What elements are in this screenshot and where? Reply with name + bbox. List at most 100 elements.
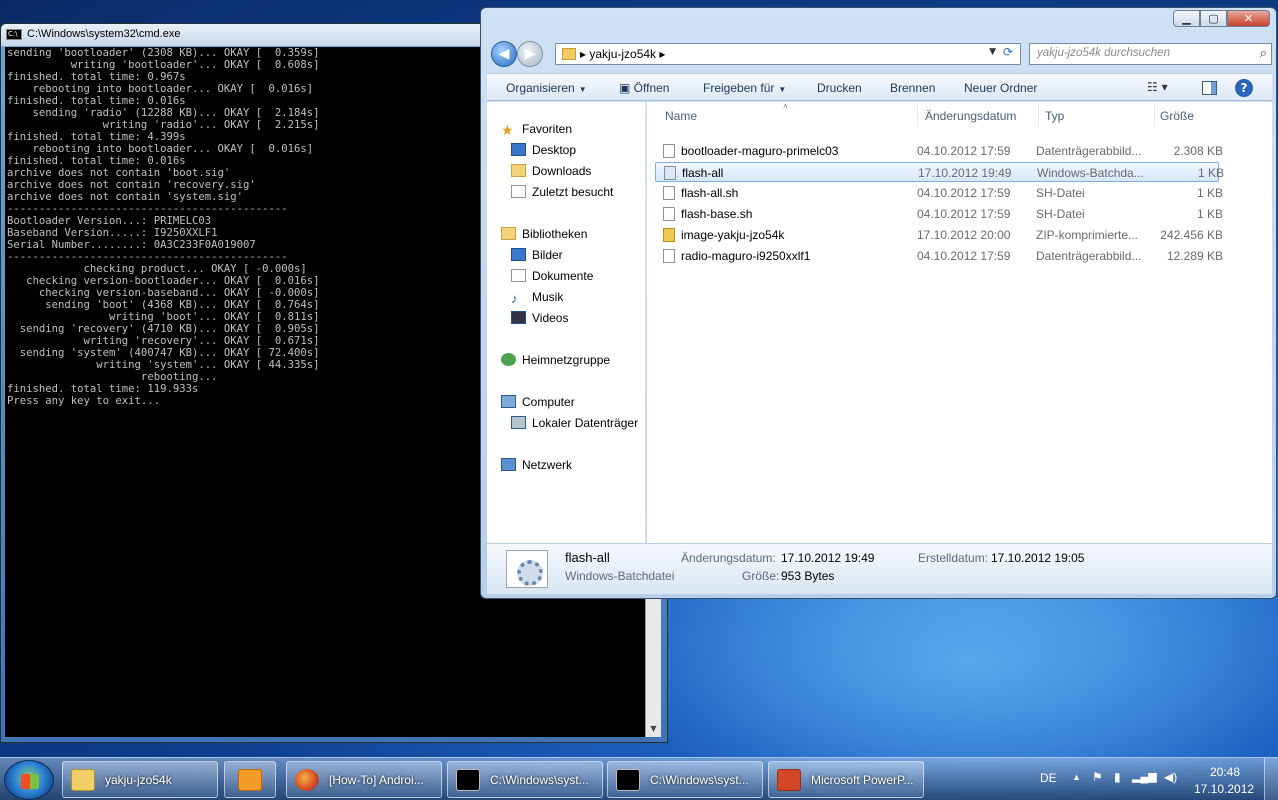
window-controls: ▁ ▢ ✕ [1173,10,1270,28]
breadcrumb[interactable]: ▸ yakju-jzo54k ▸ [580,47,665,61]
file-size: 1 KB [1196,186,1223,200]
nav-downloads[interactable]: Downloads [511,164,591,178]
file-row[interactable]: image-yakju-jzo54k 17.10.2012 20:00 ZIP-… [655,225,1223,245]
file-date: 17.10.2012 20:00 [917,228,1011,242]
file-row[interactable]: radio-maguro-i9250xxlf1 04.10.2012 17:59… [655,246,1223,266]
network-signal-icon[interactable]: ▂▄▆ [1132,770,1157,783]
nav-documents[interactable]: Dokumente [511,269,593,283]
file-icon [663,144,675,158]
maximize-button[interactable]: ▢ [1200,10,1227,27]
close-button[interactable]: ✕ [1227,10,1270,27]
open-icon: ▣ [619,81,634,95]
volume-icon[interactable]: ◀) [1164,770,1177,784]
hard-drive-icon [511,416,526,429]
organize-button[interactable]: Organisieren ▼ [506,81,587,95]
help-icon[interactable]: ? [1235,79,1253,97]
power-icon[interactable]: ▮ [1114,770,1121,784]
downloads-icon [511,164,526,177]
view-options-icon[interactable]: ☷ ▾ [1147,80,1168,94]
clock-date[interactable]: 17.10.2012 [1194,782,1254,796]
file-type: Datenträgerabbild... [1036,249,1142,263]
column-header-name[interactable]: Name [665,109,697,123]
search-placeholder: yakju-jzo54k durchsuchen [1037,47,1170,59]
star-icon: ★ [501,122,514,138]
print-button[interactable]: Drucken [817,81,862,95]
column-separator[interactable] [1038,104,1039,126]
taskbar-cmd-button-2[interactable]: C:\Windows\syst... [607,761,763,798]
cmd-icon [6,29,22,40]
scroll-down-arrow-icon[interactable]: ▼ [646,721,661,737]
command-bar: Organisieren ▼ ▣ Öffnen Freigeben für ▼ Dr… [487,73,1272,101]
action-center-flag-icon[interactable]: ⚑ [1092,770,1103,784]
column-header-type[interactable]: Typ [1045,109,1064,123]
file-date: 04.10.2012 17:59 [917,144,1011,158]
nav-libraries[interactable]: Bibliotheken [501,227,587,241]
address-bar[interactable]: ▸ yakju-jzo54k ▸ ▼ ⟳ [555,43,1021,65]
network-icon [501,458,516,471]
file-type: SH-Datei [1036,207,1085,221]
nav-videos[interactable]: Videos [511,311,568,325]
music-icon: ♪ [511,291,518,306]
batch-gear-icon [664,166,676,180]
file-date: 04.10.2012 17:59 [917,249,1011,263]
file-row-selected[interactable]: flash-all 17.10.2012 19:49 Windows-Batch… [655,162,1224,182]
taskbar-powerpoint-button[interactable]: Microsoft PowerP... [768,761,924,798]
nav-pictures[interactable]: Bilder [511,248,563,262]
file-name: image-yakju-jzo54k [681,228,785,242]
taskbar-button-label: C:\Windows\syst... [490,773,589,787]
column-header-size[interactable]: Größe [1160,109,1194,123]
details-name: flash-all [565,550,610,565]
back-button[interactable]: ◀ [491,41,517,67]
pictures-icon [511,248,526,261]
clock-time[interactable]: 20:48 [1210,765,1240,779]
open-button[interactable]: ▣ Öffnen [619,81,669,95]
column-header-date[interactable]: Änderungsdatum [925,109,1016,123]
nav-music[interactable]: ♪ Musik [511,290,563,306]
file-date: 04.10.2012 17:59 [917,186,1011,200]
taskbar: yakju-jzo54k [How-To] Androi... C:\Windo… [0,757,1278,800]
explorer-window[interactable]: ▁ ▢ ✕ ◀ ▶ ▸ yakju-jzo54k ▸ ▼ ⟳ yakju-jzo… [480,7,1277,599]
search-icon[interactable]: ⌕ [1260,46,1267,61]
nav-recent[interactable]: Zuletzt besucht [511,185,613,199]
file-row[interactable]: bootloader-maguro-primelc03 04.10.2012 1… [655,141,1223,161]
file-list[interactable]: Name ˄ Änderungsdatum Typ Größe bootload… [647,102,1272,543]
language-indicator[interactable]: DE [1040,771,1057,785]
file-type: Windows-Batchda... [1037,166,1144,180]
details-size-value: 953 Bytes [781,569,835,583]
chevron-down-icon[interactable]: ▼ [989,47,996,57]
nav-local-disk[interactable]: Lokaler Datenträger [511,416,638,430]
burn-button[interactable]: Brennen [890,81,935,95]
column-separator[interactable] [1154,104,1155,126]
taskbar-cmd-button[interactable]: C:\Windows\syst... [447,761,603,798]
file-row[interactable]: flash-base.sh 04.10.2012 17:59 SH-Datei … [655,204,1223,224]
forward-button[interactable]: ▶ [517,41,543,67]
file-row[interactable]: flash-all.sh 04.10.2012 17:59 SH-Datei 1… [655,183,1223,203]
file-type: SH-Datei [1036,186,1085,200]
file-icon [663,186,675,200]
taskbar-button-label: [How-To] Androi... [329,773,424,787]
nav-favorites[interactable]: ★ Favoriten [501,122,572,137]
media-player-icon [238,769,262,791]
show-hidden-icons-icon[interactable]: ▲ [1072,772,1081,782]
column-separator[interactable] [917,104,918,126]
taskbar-media-player-button[interactable] [224,761,276,798]
file-name: radio-maguro-i9250xxlf1 [681,249,811,263]
nav-computer[interactable]: Computer [501,395,575,409]
preview-pane-icon[interactable] [1202,81,1217,95]
nav-network[interactable]: Netzwerk [501,458,572,472]
show-desktop-button[interactable] [1264,758,1278,800]
taskbar-firefox-button[interactable]: [How-To] Androi... [286,761,442,798]
powerpoint-icon [777,769,801,791]
nav-homegroup[interactable]: Heimnetzgruppe [501,353,610,367]
nav-desktop[interactable]: Desktop [511,143,576,157]
share-button[interactable]: Freigeben für ▼ [703,81,786,95]
taskbar-explorer-button[interactable]: yakju-jzo54k [62,761,218,798]
minimize-button[interactable]: ▁ [1173,10,1200,27]
new-folder-button[interactable]: Neuer Ordner [964,81,1037,95]
refresh-icon[interactable]: ⟳ [999,45,1017,63]
file-size: 12.289 KB [1166,249,1223,263]
search-input[interactable]: yakju-jzo54k durchsuchen ⌕ [1029,43,1272,65]
start-button[interactable] [4,760,54,800]
zip-folder-icon [663,228,675,242]
details-size-label: Größe: [742,569,780,583]
